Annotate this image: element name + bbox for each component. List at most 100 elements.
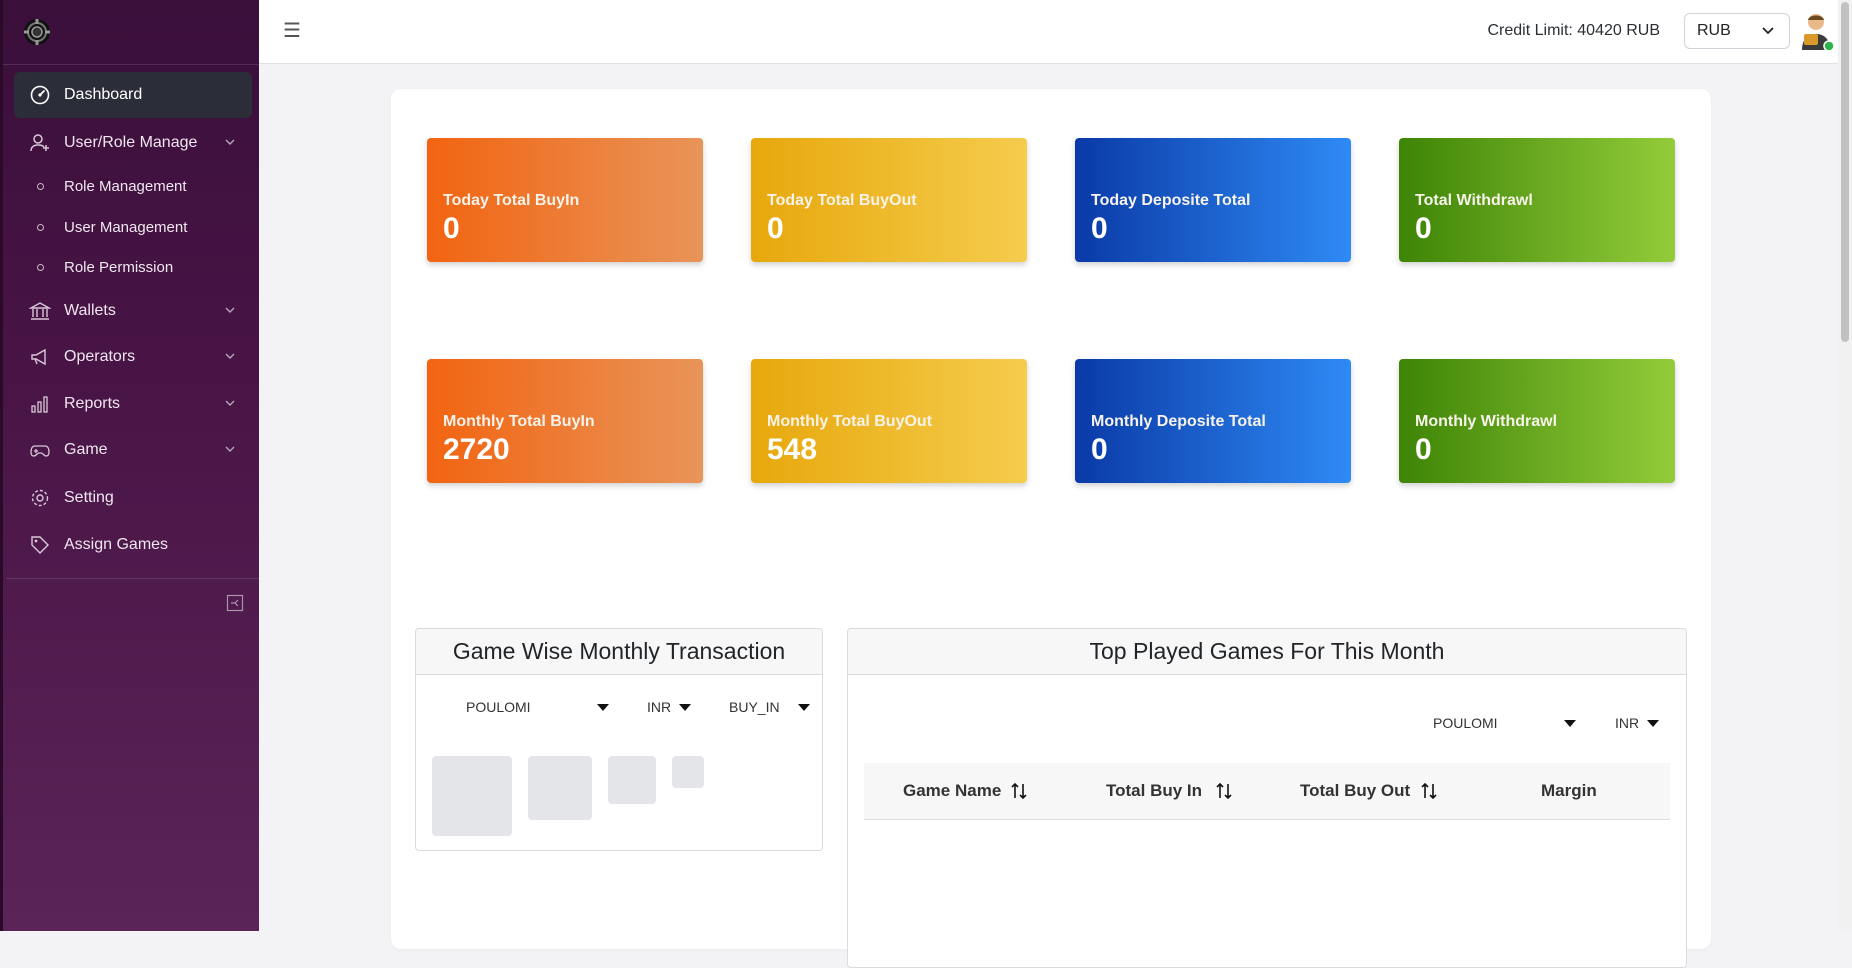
caret-down-icon — [798, 704, 810, 711]
gamepad-icon — [28, 438, 52, 462]
stat-card-value: 0 — [1415, 212, 1432, 245]
caret-down-icon — [1564, 720, 1576, 727]
stat-card-label: Today Total BuyOut — [767, 192, 917, 209]
top-played-games-title: Top Played Games For This Month — [848, 629, 1686, 675]
currency-dropdown[interactable]: INR — [1615, 715, 1665, 731]
page-scrollbar[interactable] — [1838, 0, 1852, 931]
stat-card-monthly-buyout[interactable]: Monthly Total BuyOut 548 — [751, 359, 1027, 483]
column-header-margin[interactable]: Margin — [1541, 781, 1597, 801]
game-wise-transaction-title: Game Wise Monthly Transaction — [416, 629, 822, 675]
sidebar-header — [3, 0, 259, 65]
sidebar-item-label: Wallets — [64, 302, 116, 319]
credit-limit: Credit Limit: 40420 RUB — [1487, 22, 1660, 39]
stat-card-value: 2720 — [443, 433, 510, 466]
loading-skeleton — [608, 756, 656, 804]
user-avatar[interactable] — [1796, 10, 1836, 52]
stat-card-value: 0 — [1415, 433, 1432, 466]
sidebar-item-setting[interactable]: Setting — [14, 475, 252, 521]
stat-card-label: Today Deposite Total — [1091, 192, 1251, 209]
loading-skeleton — [432, 756, 512, 836]
stat-card-label: Monthly Deposite Total — [1091, 413, 1266, 430]
bank-icon — [28, 299, 52, 323]
stat-card-today-buyout[interactable]: Today Total BuyOut 0 — [751, 138, 1027, 262]
games-table-header: Game Name Total Buy In Total Buy Out Mar… — [864, 763, 1670, 820]
dashboard-gauge-icon — [28, 83, 52, 107]
user-add-icon — [28, 131, 52, 155]
stat-card-value: 548 — [767, 433, 818, 466]
sidebar-subitem-user-management[interactable]: User Management — [14, 209, 252, 245]
gear-icon — [28, 486, 52, 510]
bullet-icon — [37, 223, 44, 231]
sidebar-item-operators[interactable]: Operators — [14, 334, 252, 380]
bar-chart-icon — [28, 392, 52, 416]
chevron-down-icon — [225, 400, 235, 406]
sidebar-item-label: Game — [64, 441, 108, 458]
sidebar-item-user-role-manage[interactable]: User/Role Manage — [14, 120, 252, 166]
menu-toggle-icon[interactable]: ☰ — [283, 18, 301, 43]
stat-card-value: 0 — [1091, 212, 1108, 245]
operator-dropdown-value: POULOMI — [466, 699, 531, 715]
logo-icon[interactable] — [23, 18, 51, 46]
bullet-icon — [37, 182, 44, 190]
sidebar-subitem-role-permission[interactable]: Role Permission — [14, 249, 252, 285]
loading-skeleton — [528, 756, 592, 820]
operator-dropdown-value: POULOMI — [1433, 715, 1498, 731]
sort-icon[interactable] — [1420, 782, 1438, 800]
currency-dropdown[interactable]: INR — [647, 699, 697, 715]
chevron-down-icon — [225, 353, 235, 359]
sidebar-item-reports[interactable]: Reports — [14, 381, 252, 427]
chevron-down-icon — [225, 139, 235, 145]
sidebar-item-wallets[interactable]: Wallets — [14, 288, 252, 334]
currency-select[interactable]: RUB — [1684, 13, 1790, 49]
stat-card-label: Monthly Withdrawl — [1415, 413, 1558, 430]
transaction-type-dropdown[interactable]: BUY_IN — [729, 699, 814, 715]
dashboard-panel: Today Total BuyIn 0 Today Total BuyOut 0… — [391, 89, 1711, 968]
tag-icon — [28, 533, 52, 557]
collapse-sidebar-icon[interactable] — [226, 594, 244, 612]
loading-skeleton — [672, 756, 704, 788]
stat-card-value: 0 — [443, 212, 460, 245]
currency-dropdown-value: INR — [647, 699, 672, 715]
operator-dropdown[interactable]: POULOMI — [466, 699, 616, 715]
stat-card-monthly-withdrawal[interactable]: Monthly Withdrawl 0 — [1399, 359, 1675, 483]
column-header-total-buy-out[interactable]: Total Buy Out — [1300, 781, 1410, 801]
stat-card-label: Today Total BuyIn — [443, 192, 580, 209]
currency-select-value: RUB — [1697, 22, 1731, 39]
caret-down-icon — [597, 704, 609, 711]
megaphone-icon — [28, 345, 52, 369]
sidebar-divider — [6, 578, 262, 579]
sidebar-item-label: Operators — [64, 348, 136, 365]
stat-card-monthly-buyin[interactable]: Monthly Total BuyIn 2720 — [427, 359, 703, 483]
column-header-game-name[interactable]: Game Name — [903, 781, 1001, 801]
sidebar-subitem-label: Role Permission — [64, 258, 174, 276]
chevron-down-icon — [225, 307, 235, 313]
chevron-down-icon — [1762, 27, 1774, 35]
sort-icon[interactable] — [1010, 782, 1028, 800]
stat-card-label: Total Withdrawl — [1415, 192, 1533, 209]
column-header-total-buy-in[interactable]: Total Buy In — [1106, 781, 1202, 801]
operator-dropdown[interactable]: POULOMI — [1433, 715, 1583, 731]
transaction-type-dropdown-value: BUY_IN — [729, 699, 780, 715]
currency-dropdown-value: INR — [1615, 715, 1640, 731]
stat-card-label: Monthly Total BuyOut — [767, 413, 933, 430]
sidebar-subitem-label: User Management — [64, 218, 188, 236]
sidebar-item-assign-games[interactable]: Assign Games — [14, 522, 252, 568]
sort-icon[interactable] — [1215, 782, 1233, 800]
sidebar: Dashboard User/Role Manage Role Manageme… — [0, 0, 262, 931]
caret-down-icon — [679, 704, 691, 711]
chevron-down-icon — [225, 446, 235, 452]
sidebar-item-label: Setting — [64, 489, 114, 506]
scrollbar-thumb[interactable] — [1841, 2, 1849, 342]
top-played-games-box: Top Played Games For This Month POULOMI … — [847, 628, 1687, 968]
sidebar-item-label: Dashboard — [64, 86, 143, 103]
sidebar-item-dashboard[interactable]: Dashboard — [14, 72, 252, 118]
sidebar-subitem-role-management[interactable]: Role Management — [14, 168, 252, 204]
sidebar-item-game[interactable]: Game — [14, 427, 252, 473]
stat-card-today-buyin[interactable]: Today Total BuyIn 0 — [427, 138, 703, 262]
stat-card-today-deposit[interactable]: Today Deposite Total 0 — [1075, 138, 1351, 262]
stat-card-monthly-deposit[interactable]: Monthly Deposite Total 0 — [1075, 359, 1351, 483]
sidebar-item-label: User/Role Manage — [64, 134, 198, 151]
topbar: ☰ Credit Limit: 40420 RUB RUB — [259, 0, 1852, 64]
sidebar-subitem-label: Role Management — [64, 177, 187, 195]
stat-card-total-withdrawal[interactable]: Total Withdrawl 0 — [1399, 138, 1675, 262]
